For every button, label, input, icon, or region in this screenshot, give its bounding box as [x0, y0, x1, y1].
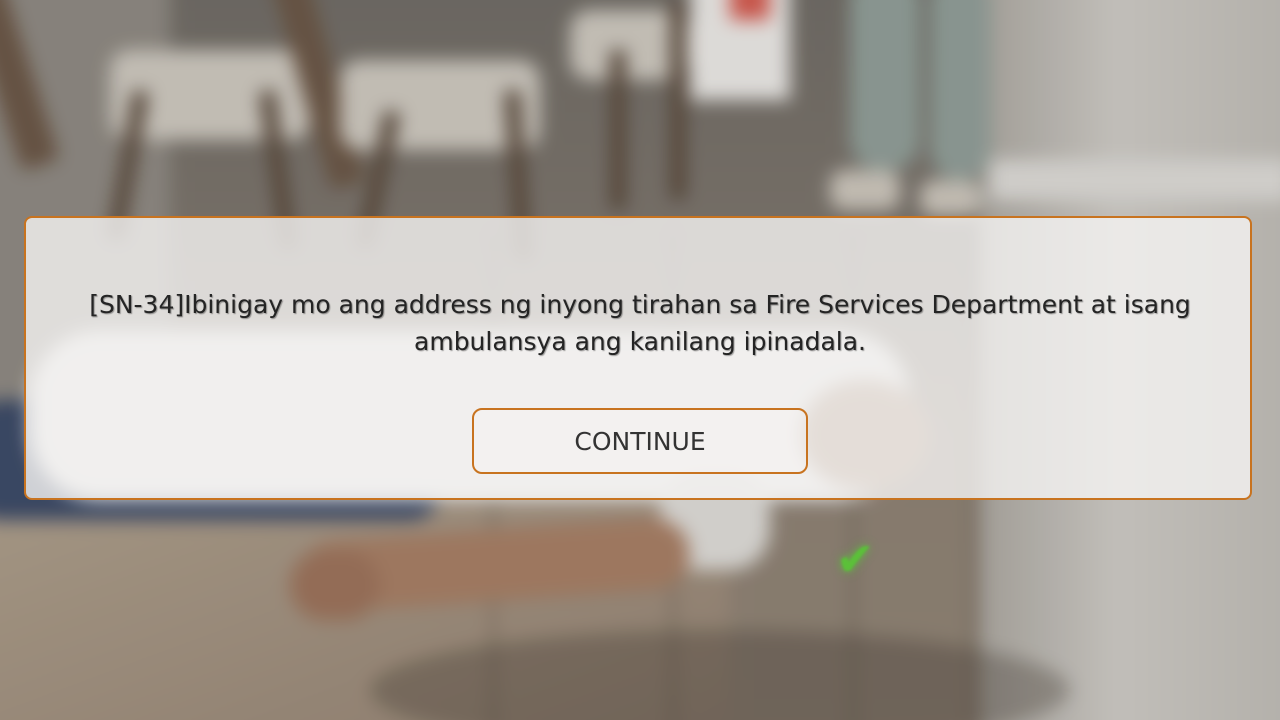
dialog-message: [SN-34]Ibinigay mo ang address ng inyong… [89, 290, 1191, 356]
continue-button[interactable]: CONTINUE [472, 408, 808, 474]
narration-dialog: [SN-34]Ibinigay mo ang address ng inyong… [24, 216, 1252, 500]
